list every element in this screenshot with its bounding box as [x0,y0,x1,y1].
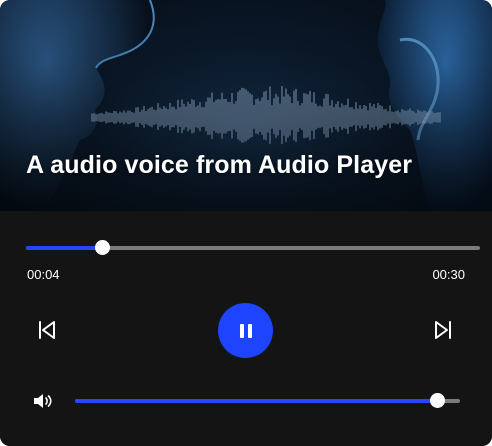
progress-bar[interactable] [26,240,480,255]
previous-button[interactable] [36,319,58,341]
current-time: 00:04 [27,267,60,282]
volume-button[interactable] [33,392,53,410]
volume-icon [34,394,52,408]
pause-button[interactable] [218,303,273,358]
volume-fill [75,399,437,403]
next-button[interactable] [432,319,454,341]
progress-thumb[interactable] [94,240,110,255]
total-time: 00:30 [432,267,465,282]
volume-slider[interactable] [75,393,460,408]
skip-previous-icon [39,321,55,339]
volume-thumb[interactable] [429,393,445,408]
skip-next-icon [435,321,451,339]
pause-icon [239,323,252,338]
track-title: A audio voice from Audio Player [26,151,413,179]
controls-panel: 00:04 00:30 [0,211,492,446]
progress-fill [26,246,102,250]
cover-image: A audio voice from Audio Player [0,0,492,211]
audio-player: A audio voice from Audio Player 00:04 00… [0,0,492,446]
